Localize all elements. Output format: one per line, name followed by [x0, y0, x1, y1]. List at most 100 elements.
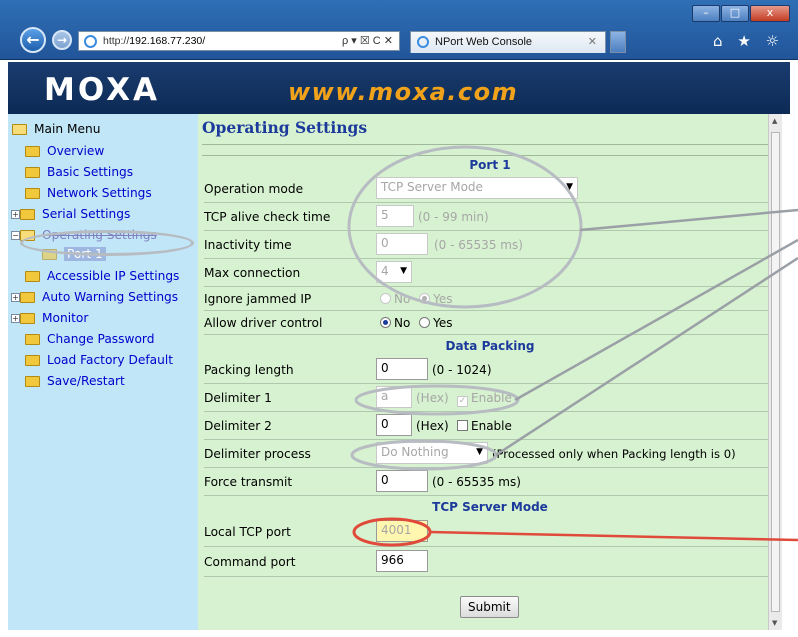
folder-icon — [25, 333, 40, 345]
moxa-logo: MOXA — [44, 72, 160, 108]
menu-item-basic-settings[interactable]: Basic Settings — [25, 163, 133, 181]
folder-icon — [25, 270, 40, 282]
content-scrollbar[interactable]: ▲ ▼ — [768, 114, 782, 630]
row-tcp-alive-check: TCP alive check time 5 (0 - 99 min) — [204, 203, 776, 231]
local-tcp-port-input[interactable]: 4001 — [376, 520, 428, 542]
menu-item-network-settings[interactable]: Network Settings — [25, 184, 152, 202]
allow-driver-yes-radio[interactable] — [419, 317, 431, 328]
menu-item-save-restart[interactable]: Save/Restart — [25, 372, 125, 390]
page-title: Operating Settings — [202, 118, 368, 137]
moxa-banner: MOXA www.moxa.com — [8, 62, 790, 114]
ignore-jammed-no-radio[interactable] — [380, 293, 391, 304]
section-tcp-server-mode: TCP Server Mode — [432, 500, 548, 514]
annotation-oval-port1 — [20, 230, 194, 256]
row-force-transmit: Force transmit 0 (0 - 65535 ms) — [204, 468, 776, 496]
radio-label: No — [394, 292, 411, 306]
moxa-website[interactable]: www.moxa.com — [288, 78, 518, 106]
delimiter-process-label: Delimiter process — [204, 447, 311, 461]
close-window-button[interactable]: x — [750, 5, 790, 22]
chevron-down-icon: ▼ — [566, 182, 573, 192]
packing-length-input[interactable]: 0 — [376, 358, 428, 380]
url-host: 192.168.77.230/ — [129, 35, 206, 47]
force-transmit-range: (0 - 65535 ms) — [432, 475, 521, 489]
menu-item-accessible-ip[interactable]: Accessible IP Settings — [25, 267, 179, 285]
operation-mode-select[interactable]: TCP Server Mode ▼ — [376, 177, 578, 199]
tcp-alive-input[interactable]: 5 — [376, 205, 414, 227]
allow-driver-radios: No Yes — [380, 316, 453, 330]
ignore-jammed-label: Ignore jammed IP — [204, 292, 312, 306]
delimiter1-label: Delimiter 1 — [204, 391, 272, 405]
chevron-down-icon: ▼ — [476, 447, 483, 457]
menu-item-overview[interactable]: Overview — [25, 142, 104, 160]
ie-icon — [84, 35, 97, 48]
tab-nport-web-console[interactable]: NPort Web Console ✕ — [410, 31, 606, 53]
delimiter1-enable-checkbox[interactable]: ✓ — [457, 396, 468, 407]
submit-button[interactable]: Submit — [460, 596, 519, 618]
minimize-button[interactable]: – — [692, 5, 720, 22]
expand-plus-icon[interactable]: + — [11, 209, 20, 219]
folder-icon — [25, 375, 40, 387]
browser-chrome: – □ x ← → http://192.168.77.230/ ρ ▾ ☒ C… — [0, 0, 798, 60]
menu-item-change-password[interactable]: Change Password — [25, 330, 154, 348]
delimiter2-hex-label: (Hex) — [416, 419, 449, 433]
packing-length-label: Packing length — [204, 363, 294, 377]
scroll-up-icon[interactable]: ▲ — [772, 117, 777, 125]
row-operation-mode: Operation mode TCP Server Mode ▼ — [204, 175, 776, 203]
row-max-connection: Max connection 4 ▼ — [204, 259, 776, 287]
back-button[interactable]: ← — [20, 27, 46, 53]
delimiter-process-note: (Processed only when Packing length is 0… — [492, 447, 736, 461]
expand-plus-icon[interactable]: + — [11, 292, 20, 302]
local-tcp-port-label: Local TCP port — [204, 525, 291, 539]
menu-item-monitor[interactable]: + Monitor — [11, 309, 88, 327]
menu-item-label: Auto Warning Settings — [42, 290, 179, 304]
menu-root[interactable]: Main Menu — [12, 120, 100, 138]
menu-item-label: Basic Settings — [47, 165, 134, 179]
operation-mode-label: Operation mode — [204, 182, 304, 196]
inactivity-input[interactable]: 0 — [376, 233, 428, 255]
new-tab-button[interactable] — [610, 31, 626, 53]
radio-label: No — [394, 316, 411, 330]
command-port-label: Command port — [204, 555, 296, 569]
toolbar-icons[interactable]: ⌂ ★ ☼ — [713, 32, 784, 50]
tcp-alive-range: (0 - 99 min) — [418, 210, 489, 224]
menu-item-label: Serial Settings — [42, 207, 131, 221]
folder-icon — [25, 354, 40, 366]
row-delimiter-process: Delimiter process Do Nothing ▼ (Processe… — [204, 440, 776, 468]
delimiter-process-value: Do Nothing — [381, 445, 449, 459]
delimiter2-input[interactable]: 0 — [376, 414, 412, 436]
menu-item-auto-warning[interactable]: + Auto Warning Settings — [11, 288, 178, 306]
max-connection-select[interactable]: 4 ▼ — [376, 261, 412, 283]
window-controls: – □ x — [691, 5, 790, 22]
collapse-minus-icon[interactable]: − — [11, 230, 20, 240]
menu-item-load-factory-default[interactable]: Load Factory Default — [25, 351, 173, 369]
folder-icon — [25, 187, 40, 199]
maximize-button[interactable]: □ — [721, 5, 749, 22]
command-port-input[interactable]: 966 — [376, 550, 428, 572]
ignore-jammed-yes-radio[interactable] — [419, 293, 431, 304]
menu-item-label: Load Factory Default — [47, 353, 174, 367]
inactivity-label: Inactivity time — [204, 238, 292, 252]
main-menu-sidebar: Main Menu Overview Basic Settings Networ… — [8, 114, 198, 630]
chevron-down-icon: ▼ — [400, 266, 407, 276]
row-delimiter-2: Delimiter 2 0 (Hex) Enable — [204, 412, 776, 440]
folder-open-icon — [12, 123, 27, 135]
delimiter-process-select[interactable]: Do Nothing ▼ — [376, 442, 488, 464]
max-connection-value: 4 — [381, 264, 389, 278]
address-controls[interactable]: ρ ▾ ☒ C ✕ — [342, 34, 393, 47]
scroll-down-icon[interactable]: ▼ — [772, 619, 777, 627]
folder-icon — [20, 208, 35, 220]
delimiter1-input[interactable]: a — [376, 386, 412, 408]
scrollbar-thumb[interactable] — [771, 132, 780, 612]
delimiter2-enable-checkbox[interactable] — [457, 420, 468, 431]
menu-item-label: Accessible IP Settings — [47, 269, 180, 283]
menu-item-serial-settings[interactable]: + Serial Settings — [11, 205, 130, 223]
expand-plus-icon[interactable]: + — [11, 313, 20, 323]
divider — [202, 155, 776, 156]
address-bar[interactable]: http://192.168.77.230/ ρ ▾ ☒ C ✕ — [78, 31, 400, 51]
forward-button[interactable]: → — [52, 30, 72, 50]
tab-close-icon[interactable]: ✕ — [588, 35, 597, 48]
force-transmit-input[interactable]: 0 — [376, 470, 428, 492]
ie-icon — [417, 36, 429, 48]
packing-length-range: (0 - 1024) — [432, 363, 492, 377]
allow-driver-no-radio[interactable] — [380, 317, 391, 328]
